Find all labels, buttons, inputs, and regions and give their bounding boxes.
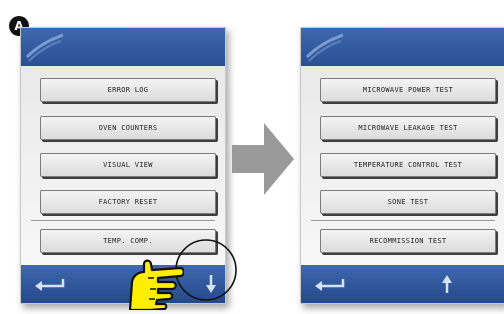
arrow-up-icon[interactable] [441, 274, 453, 294]
menu-area: MICROWAVE POWER TEST MICROWAVE LEAKAGE T… [301, 66, 504, 265]
menu-item-factory-reset[interactable]: FACTORY RESET [40, 190, 216, 214]
menu-item-recommission-test[interactable]: RECOMMISSION TEST [320, 229, 496, 253]
menu-item-microwave-power-test[interactable]: MICROWAVE POWER TEST [320, 78, 496, 102]
return-arrow-icon[interactable] [33, 277, 65, 291]
menu-item-error-log[interactable]: ERROR LOG [40, 78, 216, 102]
menu-item-temperature-control-test[interactable]: TEMPERATURE CONTROL TEST [320, 153, 496, 177]
divider [311, 220, 495, 221]
brand-swoosh-icon [25, 33, 64, 62]
return-arrow-icon[interactable] [313, 277, 345, 291]
right-touch-screen: MICROWAVE POWER TEST MICROWAVE LEAKAGE T… [300, 27, 504, 304]
transition-arrow-icon [232, 123, 294, 195]
top-bar [21, 28, 225, 66]
menu-item-microwave-leakage-test[interactable]: MICROWAVE LEAKAGE TEST [320, 116, 496, 140]
brand-swoosh-icon [305, 33, 344, 62]
bottom-bar [301, 265, 504, 303]
pointing-hand-icon [128, 259, 184, 310]
top-bar [301, 28, 504, 66]
menu-area: ERROR LOG OVEN COUNTERS VISUAL VIEW FACT… [21, 66, 225, 265]
menu-item-sone-test[interactable]: SONE TEST [320, 190, 496, 214]
menu-item-visual-view[interactable]: VISUAL VIEW [40, 153, 216, 177]
divider [31, 220, 215, 221]
menu-item-oven-counters[interactable]: OVEN COUNTERS [40, 116, 216, 140]
